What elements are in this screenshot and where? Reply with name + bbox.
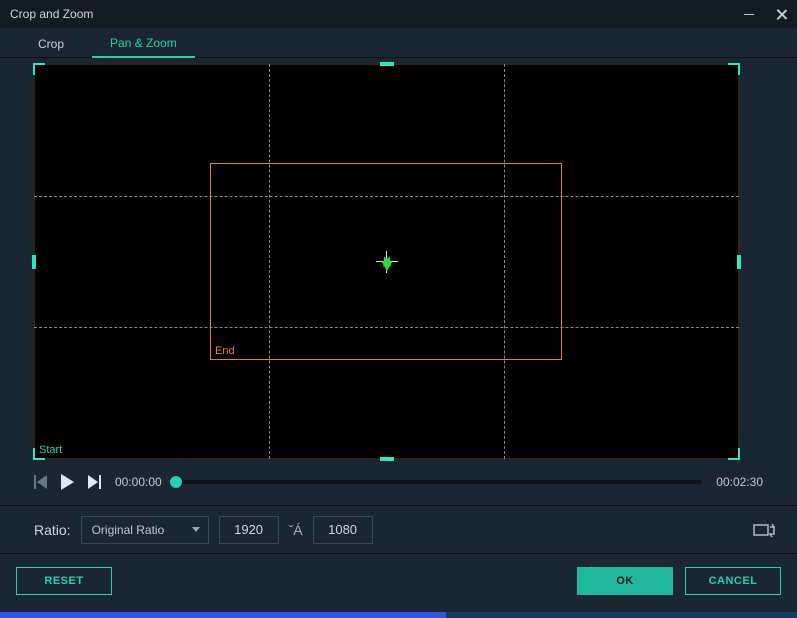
- resize-handle-tl[interactable]: [33, 63, 45, 75]
- dimension-separator: ˇÁ: [289, 522, 303, 538]
- playback-bar: 00:00:00 00:02:30: [0, 459, 797, 505]
- tab-bar: Crop Pan & Zoom: [0, 28, 797, 58]
- resize-handle-left[interactable]: [32, 255, 36, 269]
- ratio-row: Ratio: Original Ratio ˇÁ: [0, 505, 797, 553]
- end-label: End: [215, 345, 235, 357]
- prev-frame-button[interactable]: [34, 475, 47, 489]
- preview-canvas[interactable]: Start End: [34, 64, 739, 459]
- height-input[interactable]: [313, 516, 373, 544]
- titlebar: Crop and Zoom: [0, 0, 797, 28]
- center-crosshair-icon: [376, 251, 398, 273]
- resize-handle-bottom[interactable]: [380, 457, 394, 461]
- close-icon[interactable]: [776, 9, 787, 20]
- cancel-button[interactable]: CANCEL: [685, 567, 781, 595]
- chevron-down-icon: [192, 527, 200, 532]
- seek-slider[interactable]: [176, 480, 703, 484]
- seek-knob[interactable]: [170, 476, 182, 488]
- progress-strip: [0, 612, 797, 618]
- resize-handle-bl[interactable]: [33, 448, 45, 460]
- resize-handle-tr[interactable]: [728, 63, 740, 75]
- ok-button[interactable]: OK: [577, 567, 673, 595]
- ratio-label: Ratio:: [34, 522, 71, 538]
- window-title: Crop and Zoom: [10, 7, 93, 21]
- preview-container: Start End: [0, 58, 797, 459]
- ratio-select-value: Original Ratio: [92, 523, 165, 537]
- next-frame-button[interactable]: [88, 475, 101, 489]
- window-controls: [744, 9, 787, 20]
- minimize-icon[interactable]: [744, 14, 754, 15]
- resize-handle-top[interactable]: [380, 62, 394, 66]
- width-input[interactable]: [219, 516, 279, 544]
- total-time: 00:02:30: [716, 475, 763, 489]
- current-time: 00:00:00: [115, 475, 162, 489]
- play-button[interactable]: [61, 474, 74, 490]
- reset-button[interactable]: RESET: [16, 567, 112, 595]
- swap-orientation-icon[interactable]: [753, 522, 775, 538]
- resize-handle-br[interactable]: [728, 448, 740, 460]
- tab-pan-zoom[interactable]: Pan & Zoom: [92, 30, 195, 58]
- resize-handle-right[interactable]: [737, 255, 741, 269]
- ratio-select[interactable]: Original Ratio: [81, 516, 209, 544]
- footer: RESET OK CANCEL: [0, 553, 797, 607]
- tab-crop[interactable]: Crop: [20, 31, 82, 57]
